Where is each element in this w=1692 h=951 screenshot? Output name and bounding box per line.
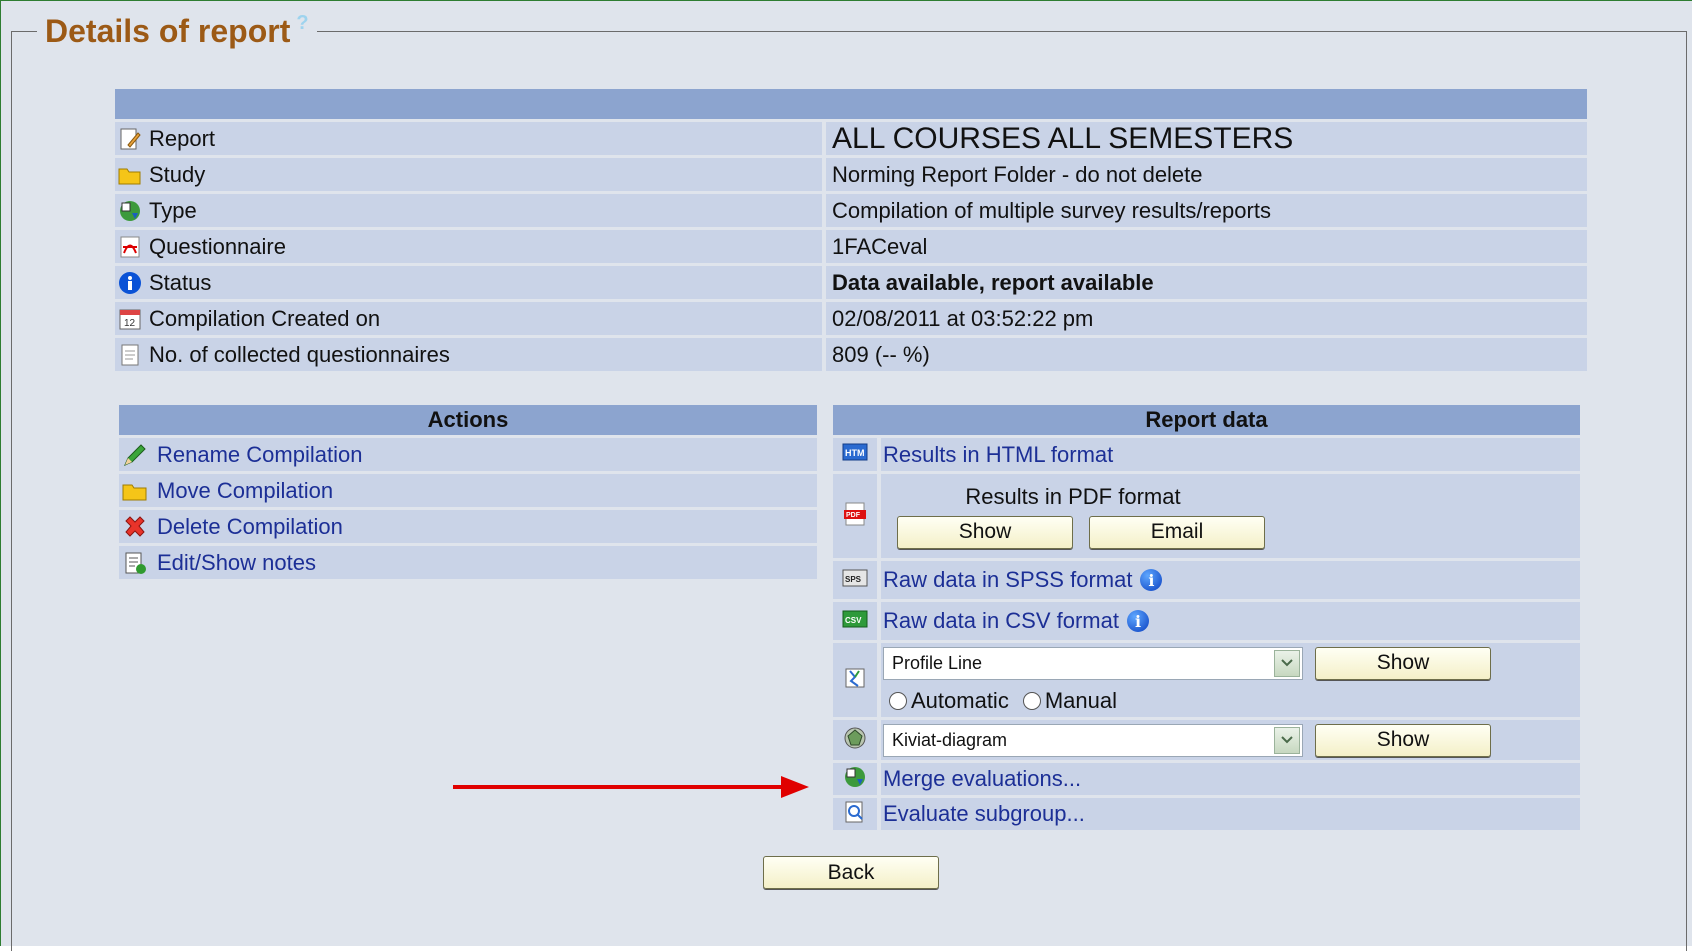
detail-row-created: 12 Compilation Created on 02/08/2011 at … — [115, 302, 1587, 335]
kiviat-selected: Kiviat-diagram — [892, 729, 1008, 750]
detail-row-status: Status Data available, report available — [115, 266, 1587, 299]
detail-value-created: 02/08/2011 at 03:52:22 pm — [826, 302, 1587, 335]
rename-compilation-link[interactable]: Rename Compilation — [157, 442, 362, 468]
merge-icon — [843, 765, 867, 794]
report-icon — [117, 126, 143, 152]
subgroup-row: Evaluate subgroup... — [833, 798, 1580, 830]
radio-manual-label: Manual — [1044, 687, 1117, 713]
notes-icon — [119, 551, 151, 575]
magnifier-icon — [843, 800, 867, 829]
detail-row-report: Report ALL COURSES ALL SEMESTERS — [115, 122, 1587, 155]
kiviat-diagram-icon — [843, 726, 867, 755]
status-value: Data available, report available — [826, 266, 1587, 299]
kiviat-row: Kiviat-diagram Show — [833, 720, 1580, 760]
detail-label: Questionnaire — [149, 233, 286, 259]
detail-label: Study — [149, 161, 206, 187]
html-results-row: HTM Results in HTML format — [833, 438, 1580, 471]
csv-info-icon[interactable]: i — [1126, 610, 1149, 632]
detail-row-questionnaire: Questionnaire 1FACeval — [115, 230, 1587, 263]
rename-compilation-row[interactable]: Rename Compilation — [119, 438, 817, 471]
page-title: Details of report — [45, 12, 291, 49]
csv-file-icon: CSV — [841, 607, 869, 636]
chevron-down-icon — [1274, 649, 1300, 677]
document-icon — [117, 342, 143, 368]
detail-label: Type — [149, 197, 197, 223]
questionnaire-link[interactable]: 1FACeval — [826, 230, 1587, 263]
merge-evaluations-link[interactable]: Merge evaluations... — [881, 763, 1580, 795]
help-icon[interactable]: ? — [296, 12, 308, 35]
results-html-link[interactable]: Results in HTML format — [881, 438, 1580, 471]
csv-row: CSV Raw data in CSV format i — [833, 602, 1580, 640]
move-compilation-link[interactable]: Move Compilation — [157, 478, 333, 504]
fieldset-legend: Details of report ? — [37, 11, 317, 51]
radio-automatic-circle[interactable] — [889, 691, 907, 710]
raw-data-csv-link[interactable]: Raw data in CSV format — [883, 608, 1119, 634]
spss-file-icon: SPS — [841, 566, 869, 595]
radio-automatic-label: Automatic — [911, 687, 1009, 713]
calendar-icon: 12 — [117, 306, 143, 332]
radio-automatic[interactable]: Automatic — [889, 688, 1009, 714]
profile-line-icon — [843, 666, 867, 695]
folder-icon — [117, 162, 143, 188]
svg-text:SPS: SPS — [845, 575, 862, 584]
report-data-panel: Report data HTM Results in HTML format P… — [833, 405, 1580, 830]
red-arrow-annotation — [451, 773, 811, 806]
type-icon — [117, 198, 143, 224]
profile-line-selected: Profile Line — [892, 652, 983, 673]
report-data-header: Report data — [833, 405, 1580, 435]
detail-label: Compilation Created on — [149, 305, 381, 331]
radio-manual-circle[interactable] — [1022, 691, 1041, 710]
delete-compilation-link[interactable]: Delete Compilation — [157, 514, 343, 540]
svg-text:12: 12 — [124, 318, 136, 329]
back-button[interactable]: Back — [763, 856, 939, 889]
evaluate-subgroup-link[interactable]: Evaluate subgroup... — [881, 798, 1580, 830]
pencil-icon — [119, 442, 151, 468]
kiviat-show-button[interactable]: Show — [1315, 723, 1491, 757]
delete-compilation-row[interactable]: Delete Compilation — [119, 510, 817, 543]
actions-panel: Actions Rename Compilation Move Compilat… — [119, 405, 817, 579]
edit-notes-row[interactable]: Edit/Show notes — [119, 546, 817, 579]
details-table: Report ALL COURSES ALL SEMESTERS Study N… — [115, 122, 1587, 374]
move-compilation-row[interactable]: Move Compilation — [119, 474, 817, 507]
profile-line-show-button[interactable]: Show — [1315, 646, 1491, 680]
detail-row-study: Study Norming Report Folder - do not del… — [115, 158, 1587, 191]
svg-text:PDF: PDF — [846, 512, 861, 519]
detail-value-collected: 809 (-- %) — [826, 338, 1587, 371]
pdf-email-button[interactable]: Email — [1089, 515, 1265, 549]
html-file-icon: HTM — [841, 440, 869, 469]
info-icon — [117, 270, 143, 296]
edit-show-notes-link[interactable]: Edit/Show notes — [157, 550, 316, 576]
detail-value-type: Compilation of multiple survey results/r… — [826, 194, 1587, 227]
profile-line-row: Profile Line Show Automatic Manual — [833, 643, 1580, 717]
svg-text:HTM: HTM — [845, 448, 865, 458]
chevron-down-icon — [1274, 726, 1300, 754]
svg-text:CSV: CSV — [845, 616, 862, 625]
radio-manual[interactable]: Manual — [1022, 687, 1117, 714]
detail-row-collected: No. of collected questionnaires 809 (-- … — [115, 338, 1587, 371]
pdf-icon — [117, 234, 143, 260]
pdf-file-icon: PDF — [842, 501, 868, 532]
folder-icon — [119, 479, 151, 503]
detail-value-study: Norming Report Folder - do not delete — [826, 158, 1587, 191]
page-background: Details of report ? Report ALL COURSES A… — [0, 0, 1692, 951]
delete-x-icon — [119, 514, 151, 540]
details-header-bar — [115, 89, 1587, 119]
pdf-show-button[interactable]: Show — [897, 515, 1073, 549]
kiviat-select[interactable]: Kiviat-diagram — [883, 723, 1303, 757]
detail-label: Status — [149, 269, 212, 295]
detail-value-report: ALL COURSES ALL SEMESTERS — [826, 122, 1587, 155]
pdf-results-row: PDF Results in PDF format Show Email — [833, 474, 1580, 558]
spss-row: SPS Raw data in SPSS format i — [833, 561, 1580, 599]
actions-header: Actions — [119, 405, 817, 435]
spss-info-icon[interactable]: i — [1140, 569, 1163, 591]
profile-line-select[interactable]: Profile Line — [883, 646, 1303, 680]
detail-label: No. of collected questionnaires — [149, 341, 450, 367]
raw-data-spss-link[interactable]: Raw data in SPSS format — [883, 567, 1132, 593]
detail-row-type: Type Compilation of multiple survey resu… — [115, 194, 1587, 227]
merge-row: Merge evaluations... — [833, 763, 1580, 795]
detail-label: Report — [149, 125, 216, 151]
results-pdf-label: Results in PDF format — [965, 483, 1181, 509]
